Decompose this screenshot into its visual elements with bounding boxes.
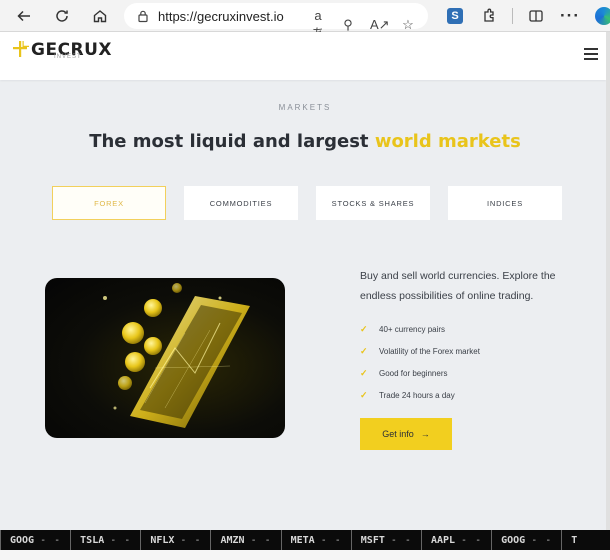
get-info-label: Get info xyxy=(382,429,414,439)
ticker-value: - - xyxy=(390,534,412,546)
split-screen-icon[interactable] xyxy=(519,3,553,29)
ticker-value: - - xyxy=(180,534,202,546)
check-icon: ✓ xyxy=(360,345,368,356)
ticker-item[interactable]: MSFT - - xyxy=(350,530,421,550)
tab-stocks-shares[interactable]: STOCKS & SHARES xyxy=(316,186,430,220)
extensions-puzzle-icon[interactable] xyxy=(472,3,506,29)
back-arrow-icon[interactable] xyxy=(11,3,37,29)
feature-label: 40+ currency pairs xyxy=(379,324,446,334)
tab-indices[interactable]: INDICES xyxy=(448,186,562,220)
tab-forex[interactable]: FOREX xyxy=(52,186,166,220)
ticker-item[interactable]: META - - xyxy=(280,530,351,550)
ticker-item[interactable]: GOOG - - xyxy=(0,530,70,550)
ticker-item[interactable]: AMZN - - xyxy=(210,530,280,550)
feature-label: Volatility of the Forex market xyxy=(379,346,480,356)
ticker-symbol: META xyxy=(290,534,315,546)
menu-hamburger-icon[interactable] xyxy=(584,48,598,63)
ticker-value: - - xyxy=(40,534,62,546)
extension-s-icon[interactable]: S xyxy=(438,3,472,29)
tab-commodities[interactable]: COMMODITIES xyxy=(184,186,298,220)
zoom-icon[interactable]: ⚲ xyxy=(340,17,356,33)
get-info-button[interactable]: Get info → xyxy=(360,418,452,450)
site-header: GECRUX INVEST xyxy=(0,32,606,80)
ticker-item[interactable]: AAPL - - xyxy=(420,530,491,550)
logo-subtitle: INVEST xyxy=(54,54,82,60)
feature-label: Good for beginners xyxy=(379,368,448,378)
headline-main: The most liquid and largest xyxy=(89,131,375,152)
refresh-icon[interactable] xyxy=(49,3,75,29)
check-icon: ✓ xyxy=(360,367,368,378)
ticker-symbol: GOOG xyxy=(10,534,35,546)
logo-cross-icon xyxy=(13,41,29,57)
ticker-symbol: GOOG xyxy=(501,534,526,546)
ticker-symbol: TSLA xyxy=(80,534,105,546)
forex-description: Buy and sell world currencies. Explore t… xyxy=(360,270,556,302)
lock-icon[interactable] xyxy=(136,9,150,23)
forex-illustration xyxy=(45,278,285,438)
stock-ticker: GOOG - - TSLA - - NFLX - - AMZN - - META - - … xyxy=(0,530,610,550)
ticker-item[interactable]: T xyxy=(561,530,592,550)
ticker-symbol: NFLX xyxy=(150,534,175,546)
browser-toolbar: https://gecruxinvest.io aあ ⚲ A↗ ☆ S ··· xyxy=(0,0,610,41)
arrow-right-icon: → xyxy=(420,429,430,439)
check-icon: ✓ xyxy=(360,389,368,400)
section-headline: The most liquid and largest world market… xyxy=(0,131,610,152)
ticker-item[interactable]: TSLA - - xyxy=(70,530,140,550)
ticker-item[interactable]: NFLX - - xyxy=(140,530,210,550)
feature-label: Trade 24 hours a day xyxy=(379,390,455,400)
check-icon: ✓ xyxy=(360,323,368,334)
forex-feature-list: ✓ 40+ currency pairs ✓ Volatility of the F… xyxy=(360,318,480,406)
ticker-symbol: T xyxy=(571,534,578,546)
address-bar[interactable]: https://gecruxinvest.io aあ ⚲ A↗ ☆ xyxy=(124,3,428,41)
ticker-symbol: AMZN xyxy=(220,534,245,546)
ticker-item[interactable]: GOOG - - xyxy=(491,530,561,550)
ticker-symbol: MSFT xyxy=(360,534,385,546)
headline-accent: world markets xyxy=(374,131,521,152)
list-item: ✓ Volatility of the Forex market xyxy=(360,340,480,362)
immersive-reader-icon[interactable]: A↗ xyxy=(370,17,390,33)
favorite-star-icon[interactable]: ☆ xyxy=(400,17,416,33)
edge-profile-icon[interactable] xyxy=(587,3,610,29)
toolbar-divider xyxy=(512,8,513,24)
ticker-value: - - xyxy=(320,534,342,546)
phone-graphic xyxy=(130,296,250,428)
ticker-value: - - xyxy=(531,534,553,546)
ticker-value: - - xyxy=(110,534,132,546)
list-item: ✓ 40+ currency pairs xyxy=(360,318,480,340)
market-tabs: FOREX COMMODITIES STOCKS & SHARES INDICE… xyxy=(52,186,562,220)
ticker-value: - - xyxy=(461,534,483,546)
url-text[interactable]: https://gecruxinvest.io xyxy=(158,9,284,24)
ticker-value: - - xyxy=(250,534,272,546)
list-item: ✓ Trade 24 hours a day xyxy=(360,384,480,406)
list-item: ✓ Good for beginners xyxy=(360,362,480,384)
more-icon[interactable]: ··· xyxy=(553,3,587,29)
home-icon[interactable] xyxy=(87,3,113,29)
page-bottom-strip xyxy=(0,550,610,560)
ticker-symbol: AAPL xyxy=(430,534,456,546)
section-eyebrow: MARKETS xyxy=(278,103,332,112)
